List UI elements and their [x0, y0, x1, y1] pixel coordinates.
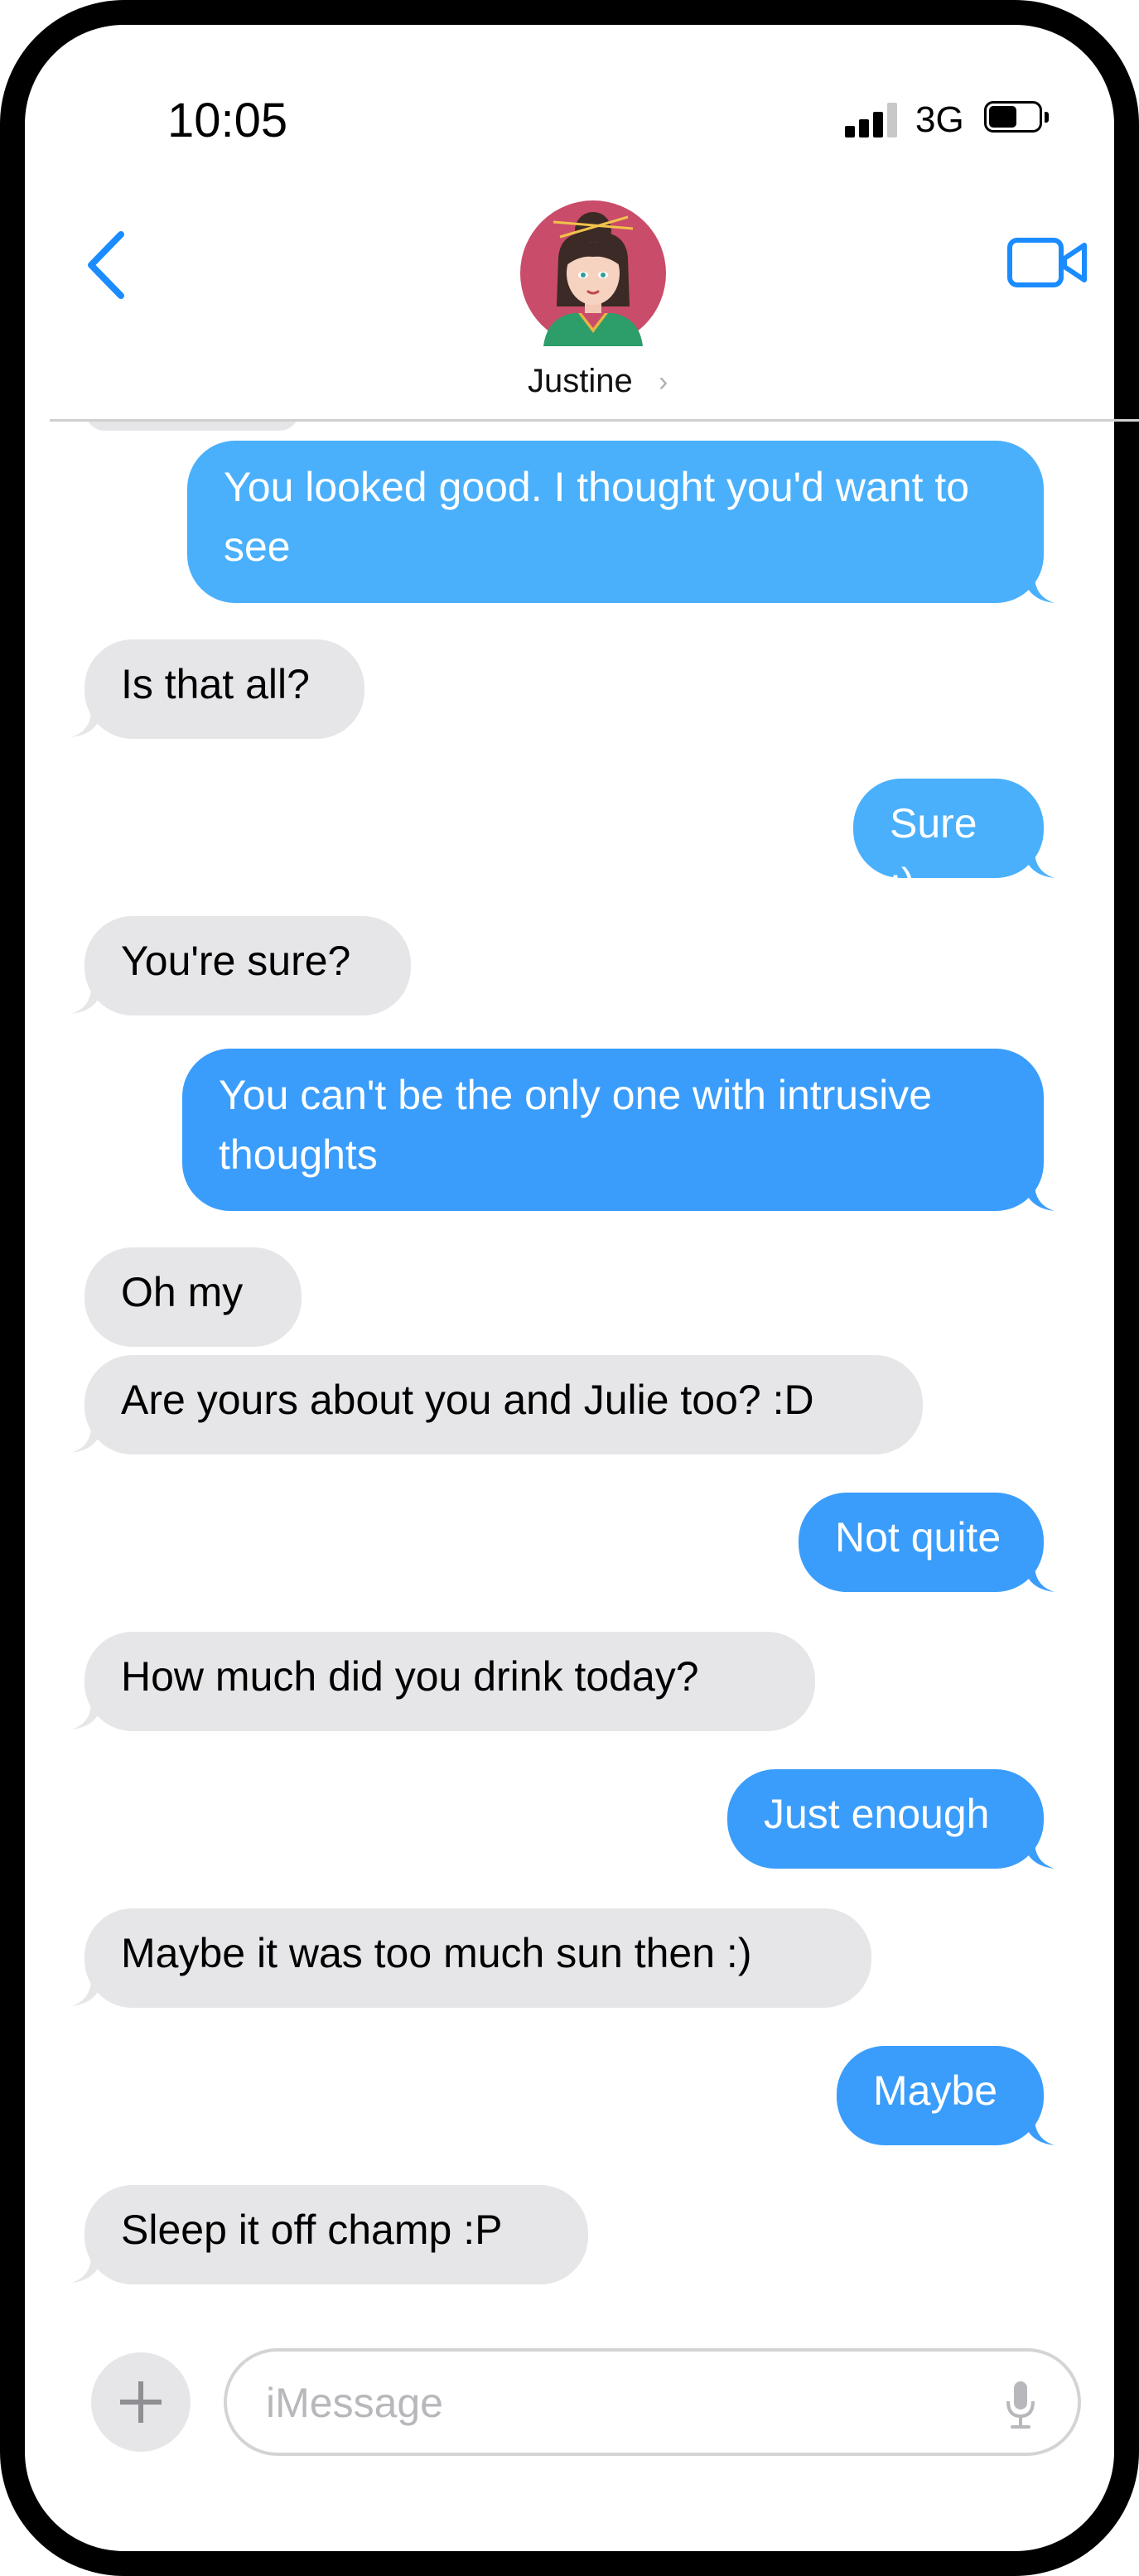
bubble-tail	[71, 1421, 103, 1453]
video-call-icon[interactable]	[1006, 234, 1089, 292]
cellular-signal-icon	[845, 103, 900, 137]
message-incoming: You're sure?	[84, 916, 411, 1015]
bubble-tail	[71, 706, 103, 737]
battery-icon	[984, 101, 1050, 136]
message-outgoing: Just enough	[727, 1769, 1044, 1869]
message-incoming: Is that all?	[84, 639, 364, 739]
status-time: 10:05	[167, 94, 288, 147]
contact-chevron-icon[interactable]: ›	[659, 366, 668, 398]
bubble-tail	[71, 2251, 103, 2283]
message-outgoing: You looked good. I thought you'd want to…	[187, 441, 1044, 603]
message-incoming: Oh my	[84, 1247, 302, 1347]
message-outgoing: Sure :)	[853, 779, 1044, 906]
bubble-tail	[71, 1975, 103, 2006]
message-incoming: Are yours about you and Julie too? :D	[84, 1355, 923, 1454]
bubble-tail	[71, 1698, 103, 1729]
bubble-tail	[1023, 1561, 1055, 1592]
phone-frame: 10:05 3G Justine › You looked good. I th…	[0, 0, 1139, 2576]
imessage-input-container[interactable]	[224, 2348, 1081, 2456]
bubble-tail	[1023, 1179, 1055, 1211]
bubble-tail	[1023, 572, 1055, 603]
message-outgoing: Maybe	[837, 2046, 1044, 2145]
network-type: 3G	[915, 99, 964, 140]
bubble-tail	[1023, 1837, 1055, 1869]
message-outgoing: You can't be the only one with intrusive…	[182, 1049, 1044, 1211]
message-incoming: Maybe it was too much sun then :)	[84, 1908, 871, 2008]
message-input[interactable]	[264, 2373, 988, 2433]
contact-avatar[interactable]	[520, 200, 666, 346]
microphone-icon[interactable]	[1004, 2380, 1037, 2429]
message-outgoing: Not quite	[799, 1493, 1044, 1592]
bubble-tail	[71, 982, 103, 1014]
contact-name[interactable]: Justine	[528, 363, 633, 400]
bubble-tail	[1023, 847, 1055, 878]
message-incoming: Sleep it off champ :P	[84, 2185, 588, 2284]
back-chevron-icon[interactable]	[83, 228, 133, 302]
add-attachment-button[interactable]	[91, 2352, 191, 2452]
bubble-tail	[1023, 2114, 1055, 2145]
partially-hidden-message	[84, 421, 300, 431]
header-divider	[50, 419, 1139, 422]
message-incoming: How much did you drink today?	[84, 1632, 815, 1731]
